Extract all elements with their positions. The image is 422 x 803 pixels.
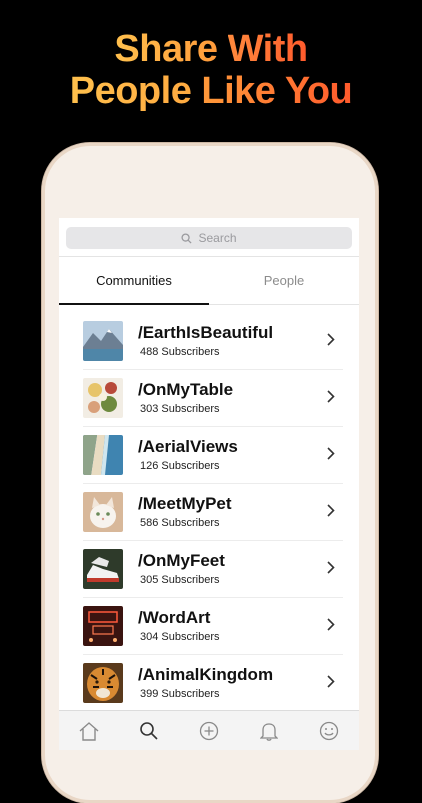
headline: Share With People Like You xyxy=(0,28,422,112)
segment-tabs: Communities People xyxy=(59,256,359,305)
list-item[interactable]: /WordArt 304 Subscribers xyxy=(83,598,343,655)
bottom-tab-bar xyxy=(59,710,359,750)
tabbar-search[interactable] xyxy=(137,719,161,743)
chevron-right-icon xyxy=(327,504,335,517)
chevron-right-icon xyxy=(327,390,335,403)
chevron-right-icon xyxy=(327,333,335,346)
coastline-thumbnail xyxy=(83,435,123,475)
subscriber-count: 488 Subscribers xyxy=(140,346,220,358)
mountain-lake-thumbnail xyxy=(83,321,123,361)
chevron-right-icon xyxy=(327,675,335,688)
food-thumbnail xyxy=(83,378,123,418)
subscriber-count: 303 Subscribers xyxy=(140,403,220,415)
list-item[interactable]: /OnMyTable 303 Subscribers xyxy=(83,370,343,427)
sneakers-thumbnail xyxy=(83,549,123,589)
headline-line-1: Share With xyxy=(0,28,422,70)
list-item[interactable]: /MeetMyPet 586 Subscribers xyxy=(83,484,343,541)
list-item[interactable]: /EarthIsBeautiful 488 Subscribers xyxy=(83,313,343,370)
list-item[interactable]: /AerialViews 126 Subscribers xyxy=(83,427,343,484)
list-item[interactable]: /OnMyFeet 305 Subscribers xyxy=(83,541,343,598)
bell-icon xyxy=(260,723,278,741)
subscriber-count: 399 Subscribers xyxy=(140,688,220,700)
community-name: /OnMyTable xyxy=(138,380,234,399)
subscriber-count: 586 Subscribers xyxy=(140,517,220,529)
tab-communities-label: Communities xyxy=(96,273,172,288)
community-name: /AnimalKingdom xyxy=(138,665,274,684)
tabbar-home[interactable] xyxy=(77,719,101,743)
add-icon xyxy=(199,721,219,741)
smiley-icon xyxy=(319,721,339,741)
neon-sign-thumbnail xyxy=(83,606,123,646)
list-item[interactable]: /AnimalKingdom 399 Subscribers xyxy=(83,655,343,712)
subscriber-count: 304 Subscribers xyxy=(140,631,220,643)
subscriber-count: 305 Subscribers xyxy=(140,574,220,586)
community-list: /EarthIsBeautiful 488 Subscribers /OnMyT… xyxy=(59,313,359,712)
search-icon xyxy=(181,232,193,244)
headline-word-people: People xyxy=(69,70,192,112)
community-name: /MeetMyPet xyxy=(138,494,232,513)
headline-word-with: With xyxy=(227,28,308,70)
search-bar[interactable]: Search xyxy=(66,227,352,249)
chevron-right-icon xyxy=(327,447,335,460)
community-name: /AerialViews xyxy=(138,437,238,456)
app-screen: Search Communities People /EarthIsBeauti… xyxy=(59,218,359,750)
tab-communities[interactable]: Communities xyxy=(59,257,209,305)
tab-people-label: People xyxy=(263,273,305,288)
community-name: /EarthIsBeautiful xyxy=(138,323,274,342)
chevron-right-icon xyxy=(327,618,335,631)
chevron-right-icon xyxy=(327,561,335,574)
tabbar-add[interactable] xyxy=(197,719,221,743)
community-name: /OnMyFeet xyxy=(138,551,225,570)
search-icon xyxy=(140,722,158,740)
subscriber-count: 126 Subscribers xyxy=(140,460,220,472)
headline-line-2: People Like You xyxy=(0,70,422,112)
tabbar-notifications[interactable] xyxy=(257,719,281,743)
community-name: /WordArt xyxy=(138,608,211,627)
cat-thumbnail xyxy=(83,492,123,532)
headline-word-share: Share xyxy=(114,28,218,70)
search-placeholder: Search xyxy=(198,231,237,245)
tiger-thumbnail xyxy=(83,663,123,703)
home-icon xyxy=(79,722,99,741)
tab-people[interactable]: People xyxy=(209,257,359,304)
headline-words-like-you: Like You xyxy=(201,70,353,112)
tabbar-profile[interactable] xyxy=(317,719,341,743)
